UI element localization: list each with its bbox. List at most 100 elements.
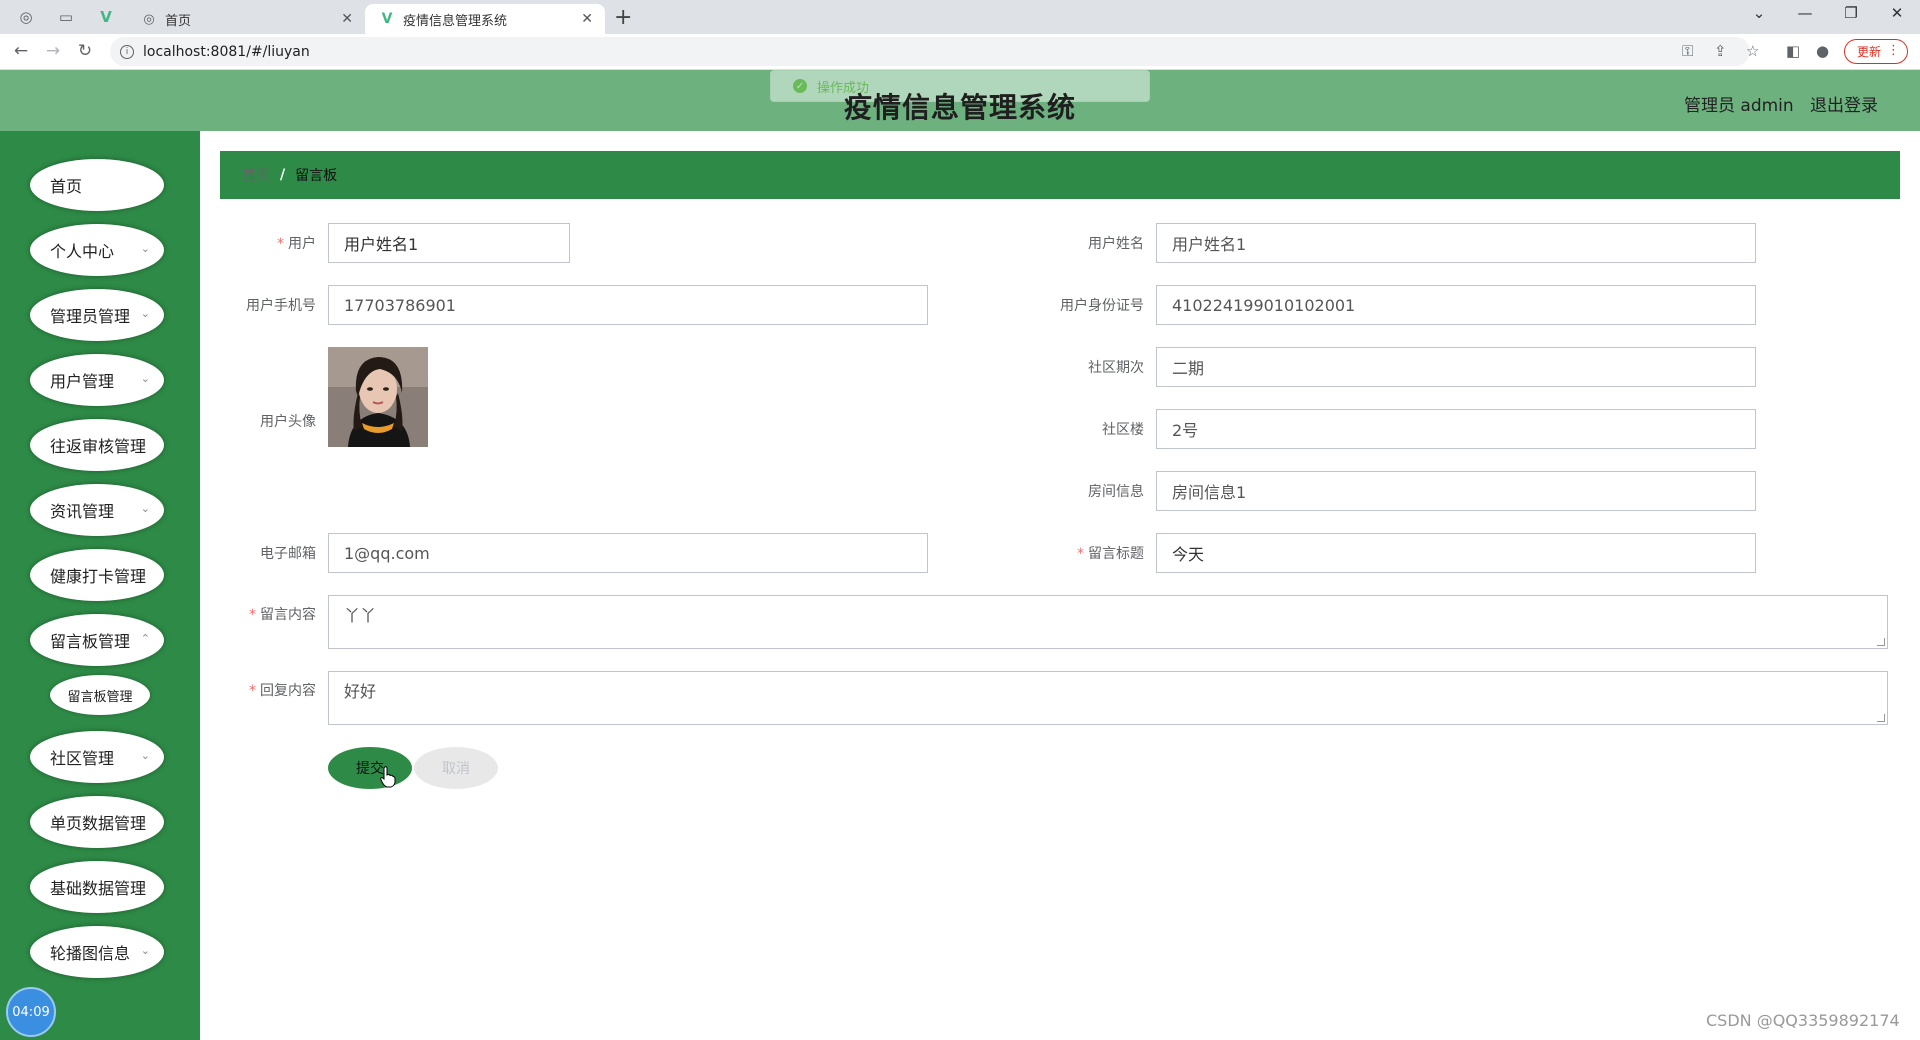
app-title: 疫情信息管理系统 bbox=[843, 91, 1076, 124]
forward-arrow-icon[interactable]: → bbox=[42, 41, 64, 61]
sidebar-subitem-message-board[interactable]: 留言板管理 bbox=[50, 675, 150, 715]
close-window-icon[interactable]: ✕ bbox=[1882, 4, 1912, 22]
sidebar-item-label: 留言板管理 bbox=[50, 632, 131, 651]
sidebar-item-users[interactable]: 用户管理 ⌄ bbox=[30, 354, 164, 406]
reload-icon[interactable]: ↻ bbox=[74, 41, 96, 61]
sidebar-item-label: 管理员管理 bbox=[50, 307, 131, 326]
message-content-textarea[interactable]: 丫丫 bbox=[328, 595, 1888, 649]
pinned-tab-globe-icon[interactable]: ◎ bbox=[14, 6, 38, 28]
sidebar-item-profile[interactable]: 个人中心 ⌄ bbox=[30, 224, 164, 276]
sidebar-item-message-board[interactable]: 留言板管理 ⌃ bbox=[30, 614, 164, 666]
breadcrumb: 首页 / 留言板 bbox=[220, 151, 1900, 199]
tab-search-chevron-icon[interactable]: ⌄ bbox=[1744, 4, 1774, 22]
building-field[interactable]: 2号 bbox=[1156, 409, 1756, 449]
recording-timer-badge: 04:09 bbox=[6, 987, 56, 1037]
close-tab-icon[interactable]: ✕ bbox=[581, 11, 593, 27]
browser-tab-active[interactable]: V 疫情信息管理系统 ✕ bbox=[365, 4, 605, 34]
update-button[interactable]: 更新 ⋮ bbox=[1844, 39, 1908, 64]
chevron-up-icon: ⌃ bbox=[140, 632, 150, 645]
field-value: 今天 bbox=[1172, 545, 1205, 564]
new-tab-icon[interactable]: + bbox=[614, 5, 632, 30]
sidebar-item-base-data[interactable]: 基础数据管理 bbox=[30, 861, 164, 913]
sidebar-item-label: 轮播图信息 bbox=[50, 944, 131, 963]
more-menu-icon[interactable]: ⋮ bbox=[1887, 43, 1900, 58]
field-value: 17703786901 bbox=[344, 295, 456, 315]
vue-logo-icon: V bbox=[381, 11, 393, 27]
user-label: * 用户 bbox=[230, 233, 316, 253]
sidebar-item-label: 健康打卡管理 bbox=[50, 567, 147, 586]
required-star: * bbox=[249, 683, 256, 699]
user-name-field[interactable]: 用户姓名1 bbox=[1156, 223, 1756, 263]
sidebar-item-admin[interactable]: 管理员管理 ⌄ bbox=[30, 289, 164, 341]
sidebar-item-label: 单页数据管理 bbox=[50, 814, 147, 833]
field-value: 用户姓名1 bbox=[344, 235, 419, 254]
sidebar-item-community[interactable]: 社区管理 ⌄ bbox=[30, 731, 164, 783]
cancel-button[interactable]: 取消 bbox=[414, 747, 498, 789]
close-tab-icon[interactable]: ✕ bbox=[341, 11, 353, 27]
chevron-down-icon: ⌄ bbox=[140, 749, 150, 762]
id-card-field[interactable]: 410224199010102001 bbox=[1156, 285, 1756, 325]
minimize-icon[interactable]: — bbox=[1790, 4, 1820, 22]
community-phase-field[interactable]: 二期 bbox=[1156, 347, 1756, 387]
share-icon[interactable]: ⇪ bbox=[1714, 42, 1727, 60]
breadcrumb-separator: / bbox=[280, 167, 286, 183]
user-avatar-image bbox=[328, 347, 428, 447]
sidebar-item-label: 首页 bbox=[50, 177, 83, 196]
label-text: 社区期次 bbox=[1088, 360, 1144, 376]
browser-toolbar: ← → ↻ i localhost:8081/#/liuyan ⚿ ⇪ ☆ ◧ … bbox=[0, 34, 1920, 70]
id-card-label: 用户身份证号 bbox=[1040, 295, 1144, 315]
message-content-label: * 留言内容 bbox=[230, 604, 316, 624]
tab-title: 首页 bbox=[165, 13, 192, 29]
submit-button[interactable]: 提交 bbox=[328, 747, 412, 789]
field-value: 410224199010102001 bbox=[1172, 295, 1356, 315]
sidebar-item-news[interactable]: 资讯管理 ⌄ bbox=[30, 484, 164, 536]
browser-window: ◎ ▭ V ◎ 首页 ✕ V 疫情信息管理系统 ✕ + ⌄ — ❐ ✕ ← → … bbox=[0, 0, 1920, 1040]
tab-strip: ◎ ▭ V ◎ 首页 ✕ V 疫情信息管理系统 ✕ + ⌄ — ❐ ✕ bbox=[0, 0, 1920, 34]
label-text: 电子邮箱 bbox=[260, 546, 316, 562]
pinned-tab-blank-icon[interactable]: ▭ bbox=[54, 6, 78, 28]
message-title-field[interactable]: 今天 bbox=[1156, 533, 1756, 573]
phone-label: 用户手机号 bbox=[230, 295, 316, 315]
chevron-down-icon: ⌄ bbox=[140, 944, 150, 957]
side-panel-icon[interactable]: ◧ bbox=[1786, 42, 1800, 60]
label-text: 用户姓名 bbox=[1088, 236, 1144, 252]
admin-user-label: 管理员 admin bbox=[1684, 96, 1794, 116]
sidebar-item-carousel[interactable]: 轮播图信息 ⌄ bbox=[30, 926, 164, 978]
label-text: 用户头像 bbox=[260, 414, 316, 430]
profile-avatar-icon[interactable]: ● bbox=[1816, 42, 1829, 60]
resize-handle-icon[interactable] bbox=[1877, 714, 1885, 722]
user-select[interactable]: 用户姓名1 bbox=[328, 223, 570, 263]
field-value: 丫丫 bbox=[344, 606, 377, 625]
key-icon[interactable]: ⚿ bbox=[1682, 42, 1693, 60]
sidebar-item-label: 往返审核管理 bbox=[50, 437, 147, 456]
resize-handle-icon[interactable] bbox=[1877, 638, 1885, 646]
sidebar-item-travel-review[interactable]: 往返审核管理 bbox=[30, 419, 164, 471]
field-value: 好好 bbox=[344, 682, 377, 701]
avatar-label: 用户头像 bbox=[230, 411, 316, 431]
address-bar[interactable]: i localhost:8081/#/liuyan bbox=[110, 37, 1750, 66]
field-value: 1@qq.com bbox=[344, 543, 430, 563]
sidebar-item-single-page[interactable]: 单页数据管理 bbox=[30, 796, 164, 848]
email-field[interactable]: 1@qq.com bbox=[328, 533, 928, 573]
field-value: 二期 bbox=[1172, 359, 1205, 378]
phone-field[interactable]: 17703786901 bbox=[328, 285, 928, 325]
building-label: 社区楼 bbox=[1040, 419, 1144, 439]
restore-icon[interactable]: ❐ bbox=[1836, 4, 1866, 22]
back-arrow-icon[interactable]: ← bbox=[10, 41, 32, 61]
logout-link[interactable]: 退出登录 bbox=[1810, 91, 1878, 116]
site-info-icon[interactable]: i bbox=[120, 44, 134, 59]
breadcrumb-home[interactable]: 首页 bbox=[242, 165, 270, 185]
room-field[interactable]: 房间信息1 bbox=[1156, 471, 1756, 511]
label-text: 社区楼 bbox=[1102, 422, 1144, 438]
breadcrumb-current: 留言板 bbox=[295, 168, 338, 184]
watermark-text: CSDN @QQ3359892174 bbox=[1706, 1011, 1900, 1030]
browser-tab-home[interactable]: ◎ 首页 ✕ bbox=[127, 4, 365, 34]
sidebar-item-health-checkin[interactable]: 健康打卡管理 bbox=[30, 549, 164, 601]
sidebar-item-home[interactable]: 首页 bbox=[30, 159, 164, 211]
bookmark-star-icon[interactable]: ☆ bbox=[1746, 42, 1759, 60]
room-label: 房间信息 bbox=[1040, 481, 1144, 501]
sidebar-item-label: 资讯管理 bbox=[50, 502, 115, 521]
pinned-tab-vue-icon[interactable]: V bbox=[94, 6, 118, 28]
reply-content-textarea[interactable]: 好好 bbox=[328, 671, 1888, 725]
update-label: 更新 bbox=[1857, 45, 1882, 59]
